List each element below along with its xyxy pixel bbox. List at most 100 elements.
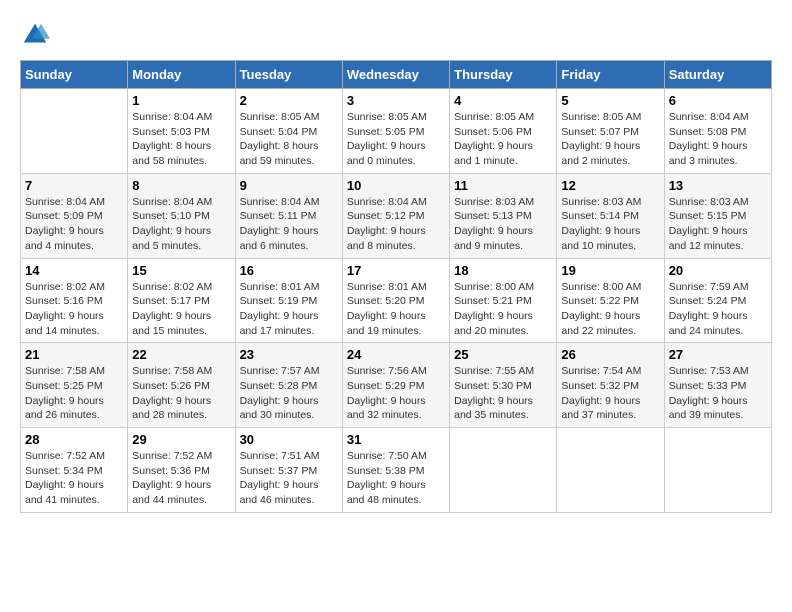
day-cell: 1 Sunrise: 8:04 AMSunset: 5:03 PMDaylight… — [128, 89, 235, 174]
day-cell: 15 Sunrise: 8:02 AMSunset: 5:17 PMDayligh… — [128, 258, 235, 343]
day-info: Sunrise: 8:01 AMSunset: 5:20 PMDaylight:… — [347, 280, 445, 339]
day-cell: 31Sunrise: 7:50 AMSunset: 5:38 PMDayligh… — [342, 428, 449, 513]
day-cell: 26 Sunrise: 7:54 AMSunset: 5:32 PMDayligh… — [557, 343, 664, 428]
week-row-0: 1 Sunrise: 8:04 AMSunset: 5:03 PMDaylight… — [21, 89, 772, 174]
day-number: 9 — [240, 178, 338, 193]
day-number: 10 — [347, 178, 445, 193]
day-cell: 9 Sunrise: 8:04 AMSunset: 5:11 PMDaylight… — [235, 173, 342, 258]
day-cell: 2 Sunrise: 8:05 AMSunset: 5:04 PMDaylight… — [235, 89, 342, 174]
day-number: 12 — [561, 178, 659, 193]
day-number: 25 — [454, 347, 552, 362]
header-saturday: Saturday — [664, 61, 771, 89]
day-number: 26 — [561, 347, 659, 362]
day-cell — [664, 428, 771, 513]
day-info: Sunrise: 8:04 AMSunset: 5:08 PMDaylight:… — [669, 110, 767, 169]
day-number: 8 — [132, 178, 230, 193]
day-cell: 17 Sunrise: 8:01 AMSunset: 5:20 PMDayligh… — [342, 258, 449, 343]
day-cell: 20 Sunrise: 7:59 AMSunset: 5:24 PMDayligh… — [664, 258, 771, 343]
day-cell: 19Sunrise: 8:00 AMSunset: 5:22 PMDayligh… — [557, 258, 664, 343]
day-number: 6 — [669, 93, 767, 108]
week-row-2: 14 Sunrise: 8:02 AMSunset: 5:16 PMDayligh… — [21, 258, 772, 343]
header — [20, 20, 772, 50]
day-info: Sunrise: 8:05 AMSunset: 5:07 PMDaylight:… — [561, 110, 659, 169]
day-number: 11 — [454, 178, 552, 193]
day-cell — [21, 89, 128, 174]
day-number: 3 — [347, 93, 445, 108]
day-cell: 7 Sunrise: 8:04 AMSunset: 5:09 PMDaylight… — [21, 173, 128, 258]
day-cell: 13 Sunrise: 8:03 AMSunset: 5:15 PMDayligh… — [664, 173, 771, 258]
day-number: 14 — [25, 263, 123, 278]
week-row-1: 7 Sunrise: 8:04 AMSunset: 5:09 PMDaylight… — [21, 173, 772, 258]
day-number: 13 — [669, 178, 767, 193]
day-cell: 10 Sunrise: 8:04 AMSunset: 5:12 PMDayligh… — [342, 173, 449, 258]
header-monday: Monday — [128, 61, 235, 89]
header-sunday: Sunday — [21, 61, 128, 89]
day-info: Sunrise: 8:04 AMSunset: 5:11 PMDaylight:… — [240, 195, 338, 254]
week-row-3: 21 Sunrise: 7:58 AMSunset: 5:25 PMDayligh… — [21, 343, 772, 428]
day-info: Sunrise: 7:51 AMSunset: 5:37 PMDaylight:… — [240, 449, 338, 508]
calendar-table: SundayMondayTuesdayWednesdayThursdayFrid… — [20, 60, 772, 513]
day-number: 24 — [347, 347, 445, 362]
day-info: Sunrise: 8:04 AMSunset: 5:03 PMDaylight:… — [132, 110, 230, 169]
day-cell: 30 Sunrise: 7:51 AMSunset: 5:37 PMDayligh… — [235, 428, 342, 513]
day-cell: 11 Sunrise: 8:03 AMSunset: 5:13 PMDayligh… — [450, 173, 557, 258]
day-number: 5 — [561, 93, 659, 108]
day-number: 23 — [240, 347, 338, 362]
day-number: 22 — [132, 347, 230, 362]
day-number: 20 — [669, 263, 767, 278]
header-thursday: Thursday — [450, 61, 557, 89]
day-cell: 8 Sunrise: 8:04 AMSunset: 5:10 PMDaylight… — [128, 173, 235, 258]
day-info: Sunrise: 7:57 AMSunset: 5:28 PMDaylight:… — [240, 364, 338, 423]
day-info: Sunrise: 7:52 AMSunset: 5:34 PMDaylight:… — [25, 449, 123, 508]
day-info: Sunrise: 8:03 AMSunset: 5:14 PMDaylight:… — [561, 195, 659, 254]
day-number: 7 — [25, 178, 123, 193]
day-cell: 5 Sunrise: 8:05 AMSunset: 5:07 PMDaylight… — [557, 89, 664, 174]
day-info: Sunrise: 7:52 AMSunset: 5:36 PMDaylight:… — [132, 449, 230, 508]
day-cell: 6 Sunrise: 8:04 AMSunset: 5:08 PMDaylight… — [664, 89, 771, 174]
header-friday: Friday — [557, 61, 664, 89]
day-cell: 16Sunrise: 8:01 AMSunset: 5:19 PMDayligh… — [235, 258, 342, 343]
day-number: 30 — [240, 432, 338, 447]
day-info: Sunrise: 7:54 AMSunset: 5:32 PMDaylight:… — [561, 364, 659, 423]
day-info: Sunrise: 7:50 AMSunset: 5:38 PMDaylight:… — [347, 449, 445, 508]
day-info: Sunrise: 8:04 AMSunset: 5:12 PMDaylight:… — [347, 195, 445, 254]
day-info: Sunrise: 8:04 AMSunset: 5:10 PMDaylight:… — [132, 195, 230, 254]
day-number: 28 — [25, 432, 123, 447]
day-cell: 28 Sunrise: 7:52 AMSunset: 5:34 PMDayligh… — [21, 428, 128, 513]
day-info: Sunrise: 7:59 AMSunset: 5:24 PMDaylight:… — [669, 280, 767, 339]
day-info: Sunrise: 7:56 AMSunset: 5:29 PMDaylight:… — [347, 364, 445, 423]
day-cell: 18 Sunrise: 8:00 AMSunset: 5:21 PMDayligh… — [450, 258, 557, 343]
day-cell: 12 Sunrise: 8:03 AMSunset: 5:14 PMDayligh… — [557, 173, 664, 258]
calendar-header-row: SundayMondayTuesdayWednesdayThursdayFrid… — [21, 61, 772, 89]
day-info: Sunrise: 8:04 AMSunset: 5:09 PMDaylight:… — [25, 195, 123, 254]
day-info: Sunrise: 8:03 AMSunset: 5:15 PMDaylight:… — [669, 195, 767, 254]
day-cell: 25 Sunrise: 7:55 AMSunset: 5:30 PMDayligh… — [450, 343, 557, 428]
day-info: Sunrise: 7:55 AMSunset: 5:30 PMDaylight:… — [454, 364, 552, 423]
day-number: 15 — [132, 263, 230, 278]
day-cell: 3Sunrise: 8:05 AMSunset: 5:05 PMDaylight… — [342, 89, 449, 174]
day-number: 18 — [454, 263, 552, 278]
day-cell: 27 Sunrise: 7:53 AMSunset: 5:33 PMDayligh… — [664, 343, 771, 428]
day-info: Sunrise: 8:01 AMSunset: 5:19 PMDaylight:… — [240, 280, 338, 339]
day-info: Sunrise: 8:00 AMSunset: 5:21 PMDaylight:… — [454, 280, 552, 339]
day-info: Sunrise: 7:58 AMSunset: 5:25 PMDaylight:… — [25, 364, 123, 423]
day-info: Sunrise: 7:58 AMSunset: 5:26 PMDaylight:… — [132, 364, 230, 423]
day-info: Sunrise: 8:02 AMSunset: 5:17 PMDaylight:… — [132, 280, 230, 339]
day-number: 19 — [561, 263, 659, 278]
day-number: 1 — [132, 93, 230, 108]
day-number: 17 — [347, 263, 445, 278]
day-info: Sunrise: 8:05 AMSunset: 5:06 PMDaylight:… — [454, 110, 552, 169]
day-info: Sunrise: 8:05 AMSunset: 5:04 PMDaylight:… — [240, 110, 338, 169]
day-info: Sunrise: 8:02 AMSunset: 5:16 PMDaylight:… — [25, 280, 123, 339]
header-wednesday: Wednesday — [342, 61, 449, 89]
day-number: 21 — [25, 347, 123, 362]
day-number: 2 — [240, 93, 338, 108]
day-info: Sunrise: 8:03 AMSunset: 5:13 PMDaylight:… — [454, 195, 552, 254]
day-info: Sunrise: 7:53 AMSunset: 5:33 PMDaylight:… — [669, 364, 767, 423]
day-number: 4 — [454, 93, 552, 108]
day-number: 27 — [669, 347, 767, 362]
day-cell: 24 Sunrise: 7:56 AMSunset: 5:29 PMDayligh… — [342, 343, 449, 428]
day-cell: 21 Sunrise: 7:58 AMSunset: 5:25 PMDayligh… — [21, 343, 128, 428]
day-cell: 4 Sunrise: 8:05 AMSunset: 5:06 PMDaylight… — [450, 89, 557, 174]
day-cell: 23 Sunrise: 7:57 AMSunset: 5:28 PMDayligh… — [235, 343, 342, 428]
